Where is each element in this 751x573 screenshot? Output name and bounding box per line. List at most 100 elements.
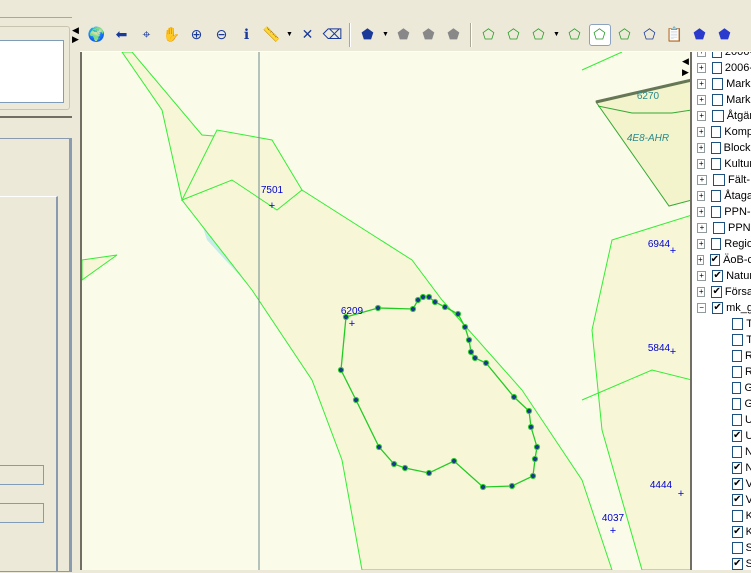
layer-item[interactable]: ✔V: [692, 492, 751, 508]
layer-checkbox[interactable]: [732, 382, 742, 394]
layer-checkbox[interactable]: ✔: [711, 286, 722, 298]
layer-item[interactable]: G: [692, 380, 751, 396]
expand-icon[interactable]: +: [697, 127, 706, 137]
edit-vertices-button[interactable]: ⬠: [588, 23, 611, 46]
layer-checkbox[interactable]: [732, 366, 743, 378]
vertex-handle[interactable]: [425, 469, 433, 477]
layer-checkbox[interactable]: [732, 446, 743, 458]
vertex-handle[interactable]: [419, 293, 427, 301]
layer-item[interactable]: ✔S: [692, 556, 751, 570]
zoom-in-button[interactable]: ⊕: [186, 24, 208, 46]
deselect-blue-button[interactable]: ⬟: [714, 24, 736, 46]
identify-button[interactable]: ℹ: [236, 24, 258, 46]
vertex-handle[interactable]: [471, 354, 479, 362]
layer-checkbox[interactable]: [711, 190, 722, 202]
layer-item[interactable]: R: [692, 348, 751, 364]
edit-disabled-button[interactable]: ⬟: [393, 24, 415, 46]
vertex-handle[interactable]: [533, 443, 541, 451]
layer-item[interactable]: ✔N: [692, 460, 751, 476]
vertex-handle[interactable]: [529, 472, 537, 480]
layer-checkbox[interactable]: [732, 334, 744, 346]
vertex-handle[interactable]: [414, 296, 422, 304]
layer-item[interactable]: ✔V: [692, 476, 751, 492]
vertex-handle[interactable]: [482, 359, 490, 367]
layer-checkbox[interactable]: [711, 62, 722, 74]
clear-measure-button[interactable]: ✕: [297, 24, 319, 46]
vertex-handle[interactable]: [454, 310, 462, 318]
layer-item[interactable]: + PPN-l: [692, 204, 751, 220]
vertex-handle[interactable]: [431, 298, 439, 306]
text-field-2[interactable]: [0, 503, 44, 523]
expand-icon[interactable]: +: [697, 79, 707, 89]
vertex-handle[interactable]: [461, 323, 469, 331]
layer-item[interactable]: T: [692, 332, 751, 348]
reshape-disabled-button[interactable]: ⬟: [418, 24, 440, 46]
collapse-arrows[interactable]: ◀ ▶: [682, 56, 689, 78]
vertex-handle[interactable]: [465, 336, 473, 344]
layer-item[interactable]: +2006-: [692, 60, 751, 76]
copy-polygon-button[interactable]: ⬠: [639, 24, 661, 46]
layer-checkbox[interactable]: ✔: [712, 270, 724, 282]
delete-disabled-button[interactable]: ⬟: [443, 24, 465, 46]
select-polygon-button[interactable]: ⬠: [478, 24, 500, 46]
layer-checkbox[interactable]: [713, 222, 725, 234]
list-box[interactable]: [0, 40, 64, 103]
expand-icon[interactable]: +: [697, 287, 706, 297]
layer-checkbox[interactable]: ✔: [732, 462, 743, 474]
vertex-handle[interactable]: [508, 482, 516, 490]
dropdown-arrow[interactable]: ▼: [286, 24, 294, 46]
select-blue-button[interactable]: ⬟: [689, 24, 711, 46]
layer-item[interactable]: − ✔ mk_g: [692, 300, 751, 316]
vertex-handle[interactable]: [441, 303, 449, 311]
layer-checkbox[interactable]: [732, 398, 742, 410]
layer-item[interactable]: + Regio: [692, 236, 751, 252]
vertex-handle[interactable]: [409, 305, 417, 313]
expand-icon[interactable]: +: [697, 223, 707, 233]
vertex-handle[interactable]: [531, 455, 539, 463]
layer-item[interactable]: T: [692, 316, 751, 332]
layer-item[interactable]: + Kultur: [692, 156, 751, 172]
layer-checkbox[interactable]: ✔: [732, 430, 743, 442]
expand-icon[interactable]: +: [697, 159, 706, 169]
layer-checkbox[interactable]: [711, 142, 721, 154]
layer-item[interactable]: + Markl: [692, 76, 751, 92]
layer-item[interactable]: + ✔ ÄoB-c: [692, 252, 751, 268]
expand-icon[interactable]: +: [697, 191, 706, 201]
layer-checkbox[interactable]: [732, 510, 743, 522]
vertex-handle[interactable]: [467, 348, 475, 356]
layer-checkbox[interactable]: [711, 52, 722, 58]
select-feature-button[interactable]: ⬟: [357, 24, 379, 46]
layer-item[interactable]: + ✔ Natur: [692, 268, 751, 284]
eraser-button[interactable]: ⌫: [322, 24, 344, 46]
layer-item[interactable]: + Markl: [692, 92, 751, 108]
vertex-handle[interactable]: [374, 304, 382, 312]
vertex-handle[interactable]: [425, 293, 433, 301]
vertex-handle[interactable]: [337, 366, 345, 374]
layer-item[interactable]: + Blockl: [692, 140, 751, 156]
expand-icon[interactable]: +: [697, 95, 707, 105]
measure-button[interactable]: 📏: [261, 24, 283, 46]
select-polygon-2-button[interactable]: ⬠: [528, 24, 550, 46]
layer-checkbox[interactable]: [712, 110, 724, 122]
expand-icon[interactable]: +: [697, 255, 704, 265]
reshape-polygon-button[interactable]: ⬠: [614, 24, 636, 46]
layer-item[interactable]: + PPN: [692, 220, 751, 236]
vertex-handle[interactable]: [390, 460, 398, 468]
layer-item[interactable]: U: [692, 412, 751, 428]
delete-polygon-button[interactable]: ⬠: [564, 24, 586, 46]
paste-polygon-button[interactable]: 📋: [664, 24, 686, 46]
layer-item[interactable]: + Åtgär: [692, 108, 751, 124]
text-field-1[interactable]: [0, 465, 44, 485]
expand-icon[interactable]: +: [697, 63, 706, 73]
layer-checkbox[interactable]: [732, 542, 743, 554]
layer-item[interactable]: + Åtaga: [692, 188, 751, 204]
splitter-arrows[interactable]: ◀ ▶: [72, 26, 79, 44]
pan-hand-button[interactable]: ✋: [161, 24, 183, 46]
layer-item[interactable]: N: [692, 444, 751, 460]
layer-checkbox[interactable]: [713, 174, 725, 186]
layer-checkbox[interactable]: [711, 238, 722, 250]
layer-checkbox[interactable]: [711, 206, 722, 218]
layer-item[interactable]: + Fält-: [692, 172, 751, 188]
expand-icon[interactable]: +: [697, 175, 707, 185]
map-canvas[interactable]: 7501 +6209 +6944 +5844 +4444 +4037 +6270 4E8-AH…: [80, 51, 693, 571]
